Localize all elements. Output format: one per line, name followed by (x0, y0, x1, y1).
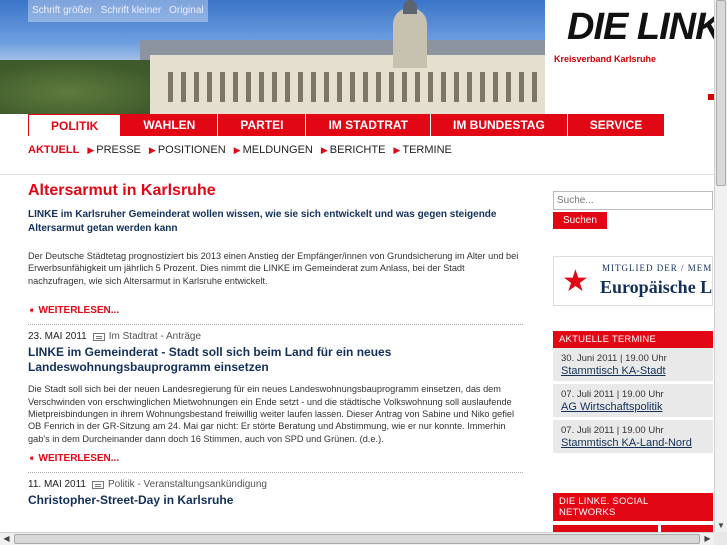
scroll-right-arrow-icon[interactable]: ▶ (701, 533, 714, 545)
subnav-aktuell[interactable]: AKTUELL (28, 144, 79, 156)
events-box: AKTUELLE TERMINE 30. Juni 2011 | 19.00 U… (553, 331, 713, 456)
article-meta: 11. MAI 2011 Politik - Veranstaltungsank… (28, 479, 523, 490)
lead-article-title[interactable]: Altersarmut in Karlsruhe (28, 182, 523, 200)
read-more-label: WEITERLESEN... (38, 305, 120, 317)
red-star-icon: ★ (562, 265, 589, 298)
subnav-berichte[interactable]: BERICHTE (330, 144, 386, 156)
content-divider (0, 174, 714, 175)
vertical-scrollbar[interactable]: ▲ ▼ (714, 0, 727, 532)
article-category[interactable]: Politik - Veranstaltungsankündigung (108, 479, 267, 490)
photo-trees (0, 60, 170, 114)
nav-partei[interactable]: PARTEI (218, 114, 307, 136)
nav-im-stadtrat[interactable]: IM STADTRAT (306, 114, 432, 136)
site-header: Schrift größer Schrift kleiner Original … (0, 0, 714, 114)
horizontal-scrollbar[interactable]: ◀ ▶ (0, 532, 714, 545)
subnav-presse-label: PRESSE (96, 144, 141, 156)
event-date: 07. Juli 2011 | 19.00 Uhr (561, 425, 664, 436)
subnav-presse[interactable]: PRESSE (96, 144, 141, 156)
font-original-link[interactable]: Original (165, 0, 207, 22)
subnav-berichte-label: BERICHTE (329, 144, 386, 156)
subnav-aktuell-label: AKTUELL (28, 144, 80, 156)
article-date: 11. MAI 2011 (28, 479, 86, 491)
subnav-meldungen[interactable]: MELDUNGEN (243, 144, 313, 156)
vertical-scroll-thumb[interactable] (716, 0, 726, 186)
lead-article-body: Der Deutsche Städtetag prognostiziert bi… (28, 251, 519, 286)
logo[interactable]: DIE LINKE Kreisverband Karlsruhe (545, 0, 714, 114)
event-title-link[interactable]: AG Wirtschaftspolitik (561, 401, 705, 413)
font-size-tools: Schrift größer Schrift kleiner Original (28, 0, 208, 22)
article-separator (28, 472, 523, 474)
eu-banner-line2: Europäische Linke (600, 277, 713, 297)
event-title-link[interactable]: Stammtisch KA-Land-Nord (561, 437, 705, 449)
article-read-more[interactable]: ➧ WEITERLESEN... (28, 453, 523, 464)
nav-service[interactable]: SERVICE (567, 114, 666, 136)
scrollbar-corner (714, 532, 727, 545)
events-heading: AKTUELLE TERMINE (553, 331, 713, 348)
scroll-down-arrow-icon[interactable]: ▼ (715, 519, 727, 532)
main-content: Altersarmut in Karlsruhe LINKE im Karlsr… (28, 182, 523, 516)
subnav-positionen[interactable]: POSITIONEN (158, 144, 226, 156)
double-arrow-icon: ➧ (28, 305, 36, 316)
event-item: 07. Juli 2011 | 19.00 Uhr Stammtisch KA-… (553, 420, 713, 456)
search-input[interactable] (553, 191, 713, 210)
social-heading: DIE LINKE. SOCIAL NETWORKS (553, 493, 713, 521)
arrow-right-icon: ▶ (87, 144, 95, 155)
event-item: 30. Juni 2011 | 19.00 Uhr Stammtisch KA-… (553, 348, 713, 384)
search-button[interactable]: Suchen (553, 212, 607, 229)
font-larger-link[interactable]: Schrift größer (28, 0, 97, 22)
arrow-right-icon: ▶ (148, 144, 156, 155)
nav-im-bundestag[interactable]: IM BUNDESTAG (431, 114, 568, 136)
lead-article-teaser: LINKE im Karlsruher Gemeinderat wollen w… (28, 209, 497, 234)
arrow-right-icon: ▶ (320, 144, 328, 155)
scroll-left-arrow-icon[interactable]: ◀ (0, 533, 13, 545)
lead-article-read-more[interactable]: ➧ WEITERLESEN... (28, 305, 523, 316)
event-title-link[interactable]: Stammtisch KA-Stadt (561, 365, 705, 377)
european-left-banner[interactable]: ★ MITGLIED DER / MEMBER OF Europäische L… (553, 256, 713, 306)
eu-banner-line1: MITGLIED DER / MEMBER OF (602, 263, 713, 273)
logo-text: DIE LINKE (567, 6, 714, 48)
article-title[interactable]: LINKE im Gemeinderat - Stadt soll sich b… (28, 345, 523, 375)
read-more-label: WEITERLESEN... (38, 453, 120, 465)
event-date: 30. Juni 2011 | 19.00 Uhr (561, 353, 667, 364)
nav-wahlen[interactable]: WAHLEN (121, 114, 219, 136)
photo-palace-windows (160, 72, 540, 102)
subnav-termine[interactable]: TERMINE (402, 144, 452, 156)
arrow-right-icon: ▶ (393, 144, 401, 155)
photo-palace-tower (393, 8, 427, 68)
main-navigation: POLITIK WAHLEN PARTEI IM STADTRAT IM BUN… (28, 114, 666, 136)
arrow-right-icon: ▶ (233, 144, 241, 155)
photo-tower-top (403, 0, 417, 14)
sidebar: Suchen ★ MITGLIED DER / MEMBER OF Europä… (553, 190, 713, 545)
article-separator (28, 324, 523, 326)
subnav-meldungen-label: MELDUNGEN (242, 144, 313, 156)
article-title[interactable]: Christopher-Street-Day in Karlsruhe (28, 493, 523, 508)
horizontal-scroll-thumb[interactable] (14, 534, 700, 544)
event-date: 07. Juli 2011 | 19.00 Uhr (561, 389, 664, 400)
nav-politik[interactable]: POLITIK (28, 114, 122, 136)
double-arrow-icon: ➧ (28, 453, 36, 464)
article-category[interactable]: Im Stadtrat - Anträge (109, 331, 201, 342)
document-icon (92, 332, 105, 341)
article-date: 23. MAI 2011 (28, 331, 87, 343)
document-icon (92, 480, 104, 489)
event-item: 07. Juli 2011 | 19.00 Uhr AG Wirtschafts… (553, 384, 713, 420)
font-smaller-link[interactable]: Schrift kleiner (97, 0, 166, 22)
article-meta: 23. MAI 2011 Im Stadtrat - Anträge (28, 331, 523, 342)
subnav-positionen-label: POSITIONEN (157, 144, 226, 156)
article-body: Die Stadt soll sich bei der neuen Landes… (28, 384, 515, 444)
logo-subtitle: Kreisverband Karlsruhe (554, 54, 657, 64)
subnav-termine-label: TERMINE (402, 144, 452, 156)
sub-navigation: AKTUELL ▶ PRESSE ▶ POSITIONEN ▶ MELDUNGE… (28, 140, 456, 160)
